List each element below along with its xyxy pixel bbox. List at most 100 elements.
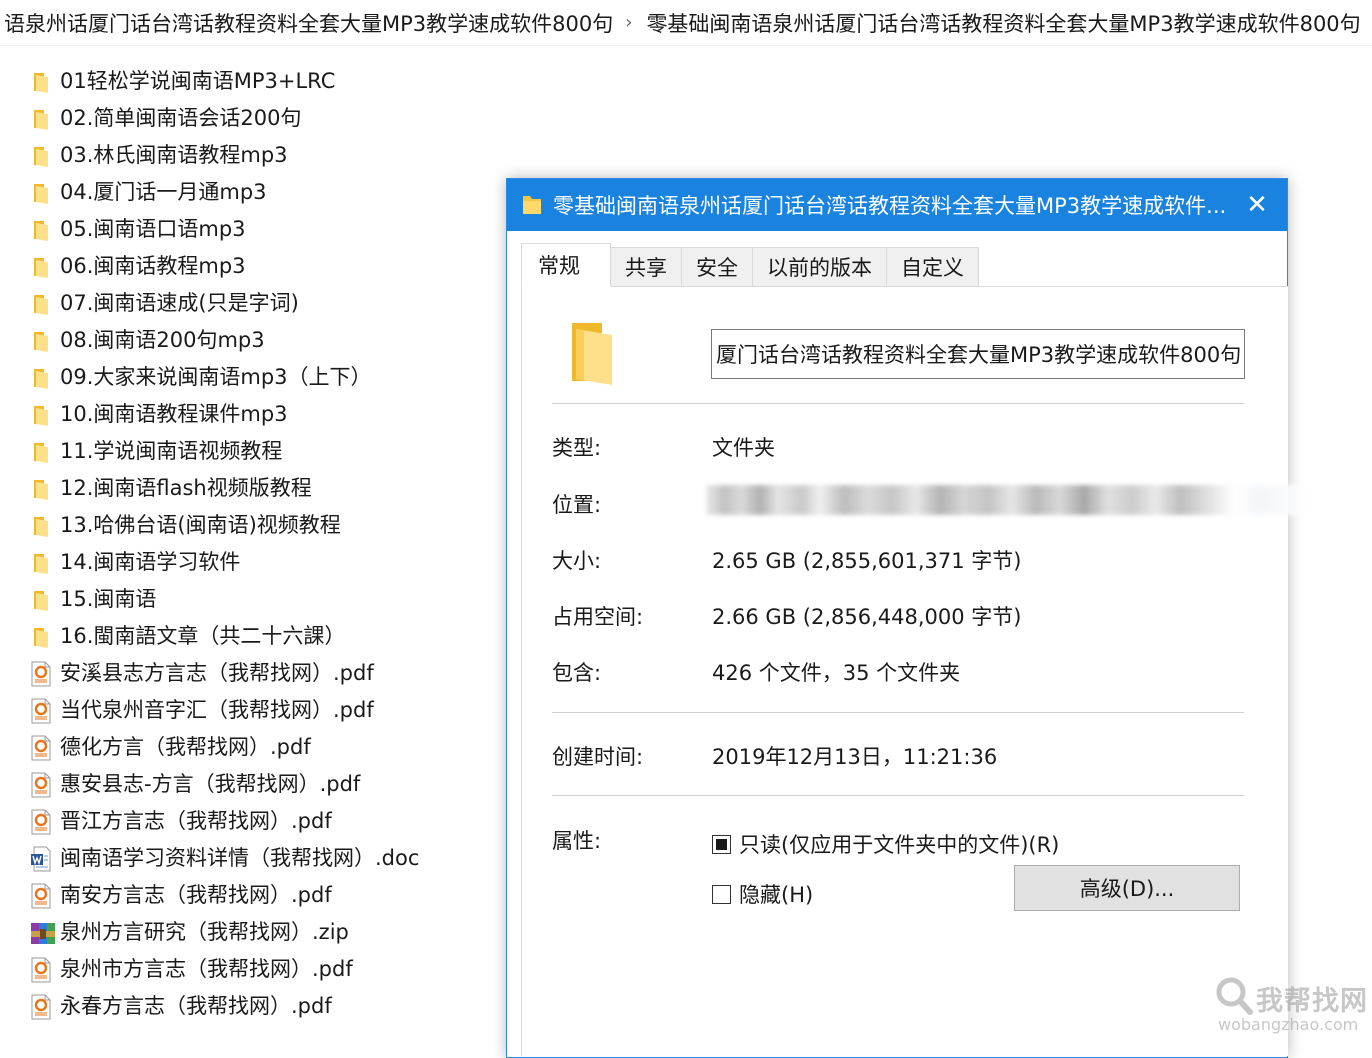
pdf-file-icon [30,957,52,983]
zip-archive-icon [30,920,55,946]
file-list-item[interactable]: 闽南语学习资料详情（我帮找网）.doc [30,840,419,877]
file-list: 01轻松学说闽南语MP3+LRC 02.简单闽南语会话200句 03.林氏闽南语教程… [30,63,419,1025]
folder-icon [30,143,52,169]
folder-name-input[interactable]: 厦门话台湾话教程资料全套大量MP3教学速成软件800句 [711,329,1245,379]
breadcrumb-item-parent[interactable]: 语泉州话厦门话台湾话教程资料全套大量MP3教学速成软件800句 [0,8,617,38]
file-list-item[interactable]: 晋江方言志（我帮找网）.pdf [30,803,419,840]
folder-icon [30,513,52,539]
file-list-item[interactable]: 14.闽南语学习软件 [30,544,419,581]
divider [552,795,1244,796]
created-label: 创建时间: [552,745,644,769]
pdf-file-icon [30,772,52,798]
file-name: 德化方言（我帮找网）.pdf [60,735,311,759]
pdf-file-icon [30,698,52,724]
properties-dialog: 零基础闽南语泉州话厦门话台湾话教程资料全套大量MP3教学速成软件... ✕ 常规… [506,178,1306,1058]
size-label: 大小: [552,549,602,573]
file-list-item[interactable]: 13.哈佛台语(闽南语)视频教程 [30,507,419,544]
tab-general[interactable]: 常规 [521,243,611,287]
file-list-item[interactable]: 03.林氏闽南语教程mp3 [30,137,419,174]
file-name: 泉州方言研究（我帮找网）.zip [60,920,349,944]
contains-label: 包含: [552,661,602,685]
tab-customize[interactable]: 自定义 [887,247,979,287]
file-name: 14.闽南语学习软件 [60,550,241,574]
file-name: 08.闽南语200句mp3 [60,328,265,352]
tab-security[interactable]: 安全 [682,247,753,287]
file-list-item[interactable]: 16.閩南語文章（共二十六課） [30,618,419,655]
disk-size-label: 占用空间: [552,605,644,629]
pdf-file-icon [30,735,52,761]
folder-icon [30,365,52,391]
folder-icon [30,217,52,243]
file-name: 02.简单闽南语会话200句 [60,106,302,130]
general-tab-panel: 厦门话台湾话教程资料全套大量MP3教学速成软件800句 类型: 文件夹 位置: … [521,286,1306,1056]
file-name: 11.学说闽南语视频教程 [60,439,283,463]
type-value: 文件夹 [712,436,775,460]
word-document-icon [30,846,52,872]
file-name: 05.闽南语口语mp3 [60,217,246,241]
file-list-item[interactable]: 06.闽南话教程mp3 [30,248,419,285]
folder-icon [30,254,52,280]
pdf-file-icon [30,994,52,1020]
file-list-item[interactable]: 08.闽南语200句mp3 [30,322,419,359]
readonly-checkbox-row[interactable]: 只读(仅应用于文件夹中的文件)(R) [712,829,1059,859]
file-name: 惠安县志-方言（我帮找网）.pdf [60,772,361,796]
file-name: 15.闽南语 [60,587,157,611]
size-value: 2.65 GB (2,855,601,371 字节) [712,549,1022,573]
file-list-item[interactable]: 15.闽南语 [30,581,419,618]
contains-value: 426 个文件，35 个文件夹 [712,661,961,685]
file-name: 16.閩南語文章（共二十六課） [60,624,346,648]
readonly-checkbox[interactable] [712,834,731,854]
file-list-item[interactable]: 11.学说闽南语视频教程 [30,433,419,470]
file-list-item[interactable]: 惠安县志-方言（我帮找网）.pdf [30,766,419,803]
tab-previous-versions[interactable]: 以前的版本 [753,247,887,287]
file-name: 06.闽南话教程mp3 [60,254,246,278]
file-list-item[interactable]: 02.简单闽南语会话200句 [30,100,419,137]
file-list-item[interactable]: 04.厦门话一月通mp3 [30,174,419,211]
pdf-file-icon [30,661,52,687]
file-list-item[interactable]: 德化方言（我帮找网）.pdf [30,729,419,766]
location-label: 位置: [552,493,602,517]
file-name: 晋江方言志（我帮找网）.pdf [60,809,332,833]
file-list-item[interactable]: 安溪县志方言志（我帮找网）.pdf [30,655,419,692]
folder-icon [30,587,52,613]
file-name: 10.闽南语教程课件mp3 [60,402,288,426]
folder-icon [30,550,52,576]
file-name: 07.闽南语速成(只是字词) [60,291,299,315]
breadcrumb-item-current[interactable]: 零基础闽南语泉州话厦门话台湾话教程资料全套大量MP3教学速成软件800句 [642,8,1364,38]
file-name: 04.厦门话一月通mp3 [60,180,267,204]
file-name: 安溪县志方言志（我帮找网）.pdf [60,661,374,685]
folder-icon [30,69,52,95]
file-name: 当代泉州音字汇（我帮找网）.pdf [60,698,374,722]
file-list-item[interactable]: 05.闽南语口语mp3 [30,211,419,248]
hidden-checkbox[interactable] [712,884,731,904]
file-list-item[interactable]: 南安方言志（我帮找网）.pdf [30,877,419,914]
file-name: 13.哈佛台语(闽南语)视频教程 [60,513,341,537]
file-list-item[interactable]: 01轻松学说闽南语MP3+LRC [30,63,419,100]
folder-icon [30,624,52,650]
folder-icon [523,196,541,214]
folder-icon [30,328,52,354]
file-list-item[interactable]: 09.大家来说闽南语mp3（上下） [30,359,419,396]
advanced-button[interactable]: 高级(D)... [1014,865,1240,911]
hidden-checkbox-row[interactable]: 隐藏(H) [712,879,813,909]
file-name: 闽南语学习资料详情（我帮找网）.doc [60,846,420,870]
file-list-item[interactable]: 泉州方言研究（我帮找网）.zip [30,914,419,951]
file-name: 01轻松学说闽南语MP3+LRC [60,69,336,93]
folder-icon [30,180,52,206]
tab-sharing[interactable]: 共享 [611,247,682,287]
file-list-item[interactable]: 07.闽南语速成(只是字词) [30,285,419,322]
file-list-item[interactable]: 12.闽南语flash视频版教程 [30,470,419,507]
folder-icon [30,439,52,465]
file-list-item[interactable]: 10.闽南语教程课件mp3 [30,396,419,433]
file-name: 12.闽南语flash视频版教程 [60,476,312,500]
dialog-titlebar[interactable]: 零基础闽南语泉州话厦门话台湾话教程资料全套大量MP3教学速成软件... ✕ [507,179,1287,231]
file-list-item[interactable]: 当代泉州音字汇（我帮找网）.pdf [30,692,419,729]
attributes-label: 属性: [552,829,602,853]
location-value-blurred [706,485,1306,515]
close-button[interactable]: ✕ [1227,179,1287,231]
file-name: 03.林氏闽南语教程mp3 [60,143,288,167]
breadcrumb: 语泉州话厦门话台湾话教程资料全套大量MP3教学速成软件800句 › 零基础闽南语… [0,0,1372,46]
file-list-item[interactable]: 永春方言志（我帮找网）.pdf [30,988,419,1025]
file-list-item[interactable]: 泉州市方言志（我帮找网）.pdf [30,951,419,988]
pdf-file-icon [30,809,52,835]
